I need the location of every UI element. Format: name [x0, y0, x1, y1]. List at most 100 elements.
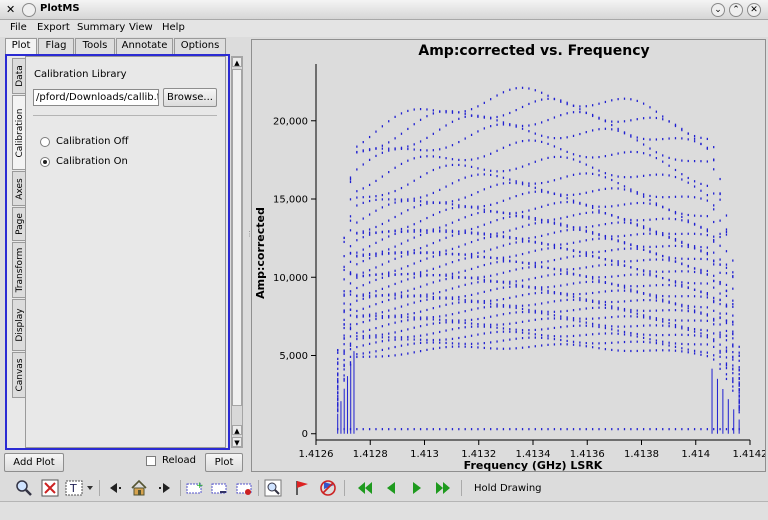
locate-icon[interactable]	[263, 479, 283, 497]
maximize-button[interactable]: ⌃	[729, 3, 743, 17]
mark-region-icon[interactable]: +	[184, 479, 204, 497]
step-forward-icon[interactable]	[156, 479, 176, 497]
data-point	[509, 285, 511, 288]
flag-icon[interactable]	[292, 479, 312, 497]
tab-options[interactable]: Options	[174, 38, 226, 54]
first-iteration-icon[interactable]	[355, 479, 375, 497]
menu-help[interactable]: Help	[162, 22, 185, 33]
data-point	[604, 281, 607, 284]
splitter-handle[interactable]: ⋮	[246, 230, 253, 242]
minimize-button[interactable]: ⌄	[711, 3, 725, 17]
data-point	[598, 205, 600, 208]
pan-icon[interactable]	[40, 479, 60, 497]
reload-label: Reload	[162, 455, 197, 466]
data-point	[668, 333, 670, 337]
data-point	[528, 336, 530, 339]
data-point	[725, 250, 728, 253]
data-point	[649, 198, 651, 202]
data-point	[617, 187, 619, 190]
data-point	[617, 152, 619, 155]
data-point	[451, 253, 454, 256]
tab-flag[interactable]: Flag	[38, 38, 74, 54]
data-point	[509, 296, 511, 299]
zoom-icon[interactable]	[14, 479, 34, 497]
data-point	[394, 269, 396, 272]
data-point	[445, 341, 447, 345]
data-point	[413, 123, 415, 126]
data-point	[509, 143, 511, 147]
data-point	[725, 373, 728, 376]
calibration-on-radio[interactable]	[40, 157, 50, 167]
tab-plot[interactable]: Plot	[5, 38, 37, 55]
panel-scrollbar[interactable]: ▲ ▲ ▼	[231, 56, 243, 448]
clear-regions-icon[interactable]	[234, 479, 254, 497]
data-point	[649, 250, 651, 254]
data-point	[432, 338, 434, 342]
data-point	[566, 248, 568, 251]
data-point	[681, 350, 683, 353]
data-point	[604, 258, 607, 261]
app-menu-icon[interactable]: ✕	[6, 3, 15, 16]
scroll-up-icon[interactable]: ▲	[232, 57, 242, 67]
step-back-icon[interactable]	[104, 479, 124, 497]
data-point	[362, 187, 364, 190]
tab-tools[interactable]: Tools	[75, 38, 115, 54]
data-point	[496, 94, 498, 97]
data-point	[579, 281, 581, 284]
data-point	[451, 230, 454, 234]
calibration-off-radio[interactable]	[40, 137, 50, 147]
tab-annotate[interactable]: Annotate	[116, 38, 173, 54]
data-point	[375, 266, 377, 269]
callib-file-input[interactable]: /pford/Downloads/callib.txt	[33, 89, 159, 106]
data-point	[547, 317, 549, 320]
home-icon[interactable]	[129, 479, 149, 497]
next-iteration-icon[interactable]	[407, 479, 427, 497]
menu-file[interactable]: File	[10, 22, 27, 33]
unflag-icon[interactable]	[318, 479, 338, 497]
data-point	[623, 330, 626, 334]
scroll-thumb[interactable]	[232, 69, 242, 406]
data-point	[681, 309, 683, 312]
data-point	[502, 297, 505, 301]
data-point	[617, 221, 619, 224]
data-point	[432, 251, 434, 254]
data-point	[611, 214, 613, 217]
browse-button[interactable]: Browse...	[163, 88, 217, 107]
previous-iteration-icon[interactable]	[381, 479, 401, 497]
data-point	[407, 209, 409, 212]
data-point	[674, 319, 677, 322]
data-point	[337, 367, 339, 370]
data-point	[419, 118, 422, 121]
data-point	[585, 105, 587, 108]
data-point	[490, 326, 492, 329]
data-point	[700, 268, 702, 271]
plot-button[interactable]: Plot	[205, 453, 243, 472]
menu-summary[interactable]: Summary	[77, 22, 125, 33]
data-point	[725, 377, 728, 381]
close-button[interactable]: ✕	[747, 3, 761, 17]
add-plot-button[interactable]: Add Plot	[4, 453, 64, 472]
reload-checkbox[interactable]	[146, 456, 156, 466]
window-menu-icon[interactable]	[22, 3, 36, 17]
data-point	[534, 139, 536, 142]
data-point	[343, 349, 345, 352]
menu-view[interactable]: View	[129, 22, 153, 33]
data-point	[477, 115, 479, 118]
data-point	[700, 350, 702, 353]
data-point	[553, 231, 556, 234]
data-point	[738, 373, 740, 376]
annotate-text-icon[interactable]: T	[65, 479, 95, 497]
last-iteration-icon[interactable]	[433, 479, 453, 497]
data-point	[732, 358, 734, 361]
data-point	[394, 115, 396, 118]
hold-drawing-label[interactable]: Hold Drawing	[474, 483, 542, 494]
data-point	[687, 295, 689, 298]
scroll-up-icon-bottom[interactable]: ▲	[232, 425, 242, 435]
scroll-down-icon[interactable]: ▼	[232, 437, 242, 447]
data-point	[681, 215, 683, 218]
subtract-region-icon[interactable]	[209, 479, 229, 497]
data-point	[458, 117, 460, 120]
data-point	[458, 285, 460, 288]
data-point	[713, 251, 715, 254]
menu-export[interactable]: Export	[37, 22, 70, 33]
